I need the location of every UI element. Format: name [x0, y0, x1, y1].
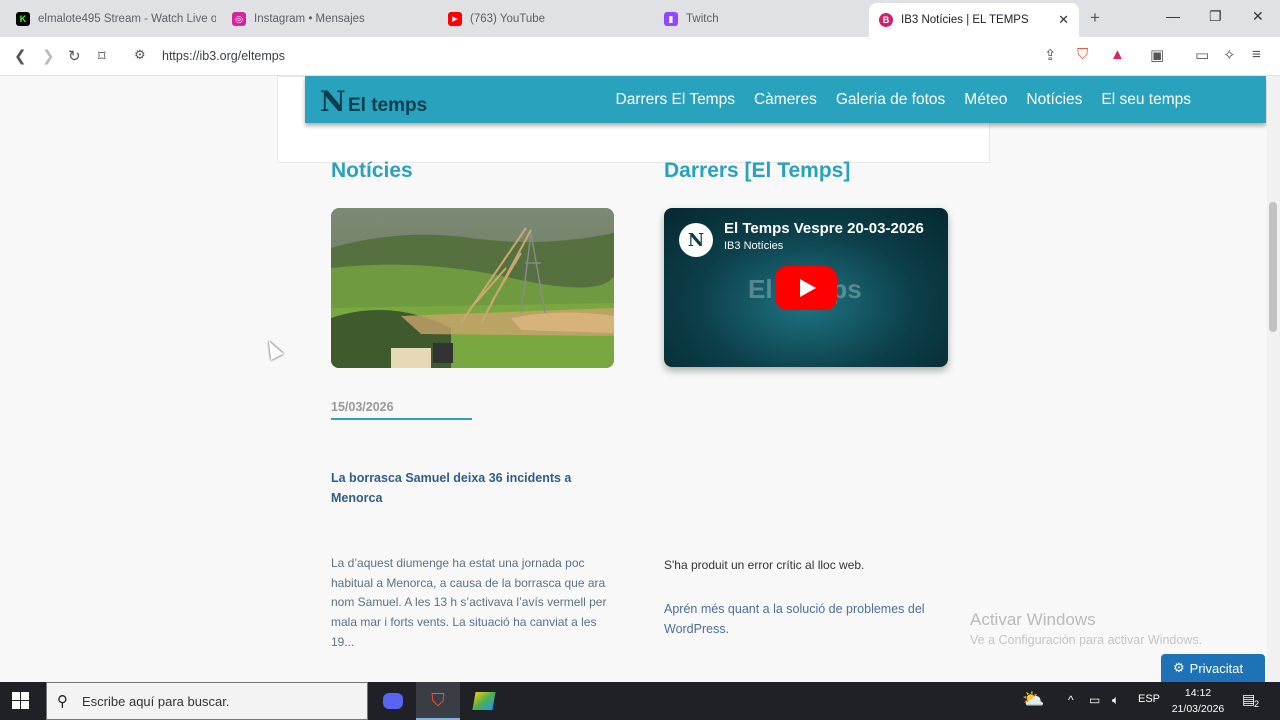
minimize-icon[interactable]: —: [1166, 8, 1180, 24]
tab-title: IB3 Notícies | EL TEMPS: [901, 14, 1029, 26]
notification-count: 2: [1254, 699, 1260, 709]
video-embed[interactable]: N El Temps Vespre 20-03-2026 IB3 Notície…: [664, 208, 948, 367]
nav-darrers-el-temps[interactable]: Darrers El Temps: [616, 91, 735, 109]
new-tab-icon[interactable]: +: [1090, 8, 1100, 28]
bluestacks-app-icon[interactable]: [462, 682, 506, 720]
share-icon[interactable]: ⇪: [1044, 46, 1057, 64]
windows-start-icon[interactable]: [12, 692, 30, 710]
channel-avatar[interactable]: N: [679, 223, 713, 257]
tab-strip: K elmalote495 Stream - Watch Live o ◎ In…: [0, 0, 1280, 37]
news-photo[interactable]: [331, 208, 614, 368]
date-underline: [331, 418, 472, 420]
youtube-icon: ▶: [448, 12, 462, 26]
scrollbar-thumb[interactable]: [1269, 202, 1277, 332]
volume-icon[interactable]: 🔈︎: [1112, 693, 1119, 708]
reader-mode-icon[interactable]: ▣: [1150, 46, 1164, 64]
video-title[interactable]: El Temps Vespre 20-03-2026: [724, 220, 939, 237]
wallet-icon[interactable]: ▭: [1195, 46, 1209, 64]
reload-icon[interactable]: ↻: [68, 47, 81, 65]
video-channel[interactable]: IB3 Notícies: [724, 240, 783, 252]
privacy-label: Privacitat: [1189, 660, 1244, 676]
ib3-icon: B: [879, 13, 893, 27]
forward-icon[interactable]: ❯: [42, 47, 55, 65]
activate-windows-subtitle: Ve a Configuración para activar Windows.: [970, 633, 1203, 647]
tab-title: Twitch: [686, 13, 719, 25]
close-tab-icon[interactable]: ✕: [1058, 12, 1069, 28]
wp-error-message: S'ha produit un error crític al lloc web…: [664, 558, 865, 572]
menu-icon[interactable]: ≡: [1252, 46, 1261, 63]
news-headline[interactable]: La borrasca Samuel deixa 36 incidents a …: [331, 468, 611, 508]
landscape-photo: [331, 208, 614, 368]
search-placeholder: Escribe aquí para buscar.: [82, 694, 230, 709]
news-section-title: Notícies: [331, 159, 413, 182]
browser-toolbar: ❮ ❯ ↻ ⌑ ⚙ https://ib3.org/eltemps ⇪ ⛉ ▲ …: [0, 37, 1280, 76]
clock-date: 21/03/2026: [1171, 703, 1225, 715]
twitch-icon: ▮: [664, 12, 678, 26]
wp-learn-more-link[interactable]: Aprén més quant a la solució de probleme…: [664, 599, 954, 639]
brave-app-icon[interactable]: ⛉: [416, 682, 460, 720]
network-icon[interactable]: ▭: [1089, 693, 1100, 707]
chevron-up-icon[interactable]: ^: [1068, 693, 1074, 707]
site-logo-text[interactable]: El temps: [348, 95, 427, 117]
leo-ai-icon[interactable]: ✧: [1223, 46, 1236, 64]
taskbar-search[interactable]: ⚲ Escribe aquí para buscar.: [46, 682, 368, 720]
instagram-icon: ◎: [232, 12, 246, 26]
back-icon[interactable]: ❮: [14, 47, 27, 65]
address-bar[interactable]: ⚙ https://ib3.org/eltemps: [128, 42, 1034, 71]
page-scrollbar[interactable]: [1267, 76, 1280, 682]
tab-title: (763) YouTube: [470, 13, 546, 25]
nav-el-seu-temps[interactable]: El seu temps: [1101, 91, 1191, 109]
kick-icon: K: [16, 12, 30, 26]
site-nav: Darrers El Temps Càmeres Galeria de foto…: [616, 91, 1191, 109]
bookmark-icon[interactable]: ⌑: [98, 47, 106, 65]
play-button-icon[interactable]: [775, 266, 837, 310]
site-navbar: N El temps Darrers El Temps Càmeres Gale…: [305, 76, 1266, 123]
tab-title: Instagram • Mensajes: [254, 13, 365, 25]
activate-windows-title: Activar Windows: [970, 610, 1096, 629]
news-excerpt: La d’aquest diumenge ha estat una jornad…: [331, 556, 607, 649]
language-indicator[interactable]: ESP: [1138, 693, 1160, 705]
site-settings-icon[interactable]: ⚙: [134, 47, 146, 63]
clock-time: 14:12: [1184, 687, 1212, 699]
tab-kick[interactable]: K elmalote495 Stream - Watch Live o: [6, 4, 216, 34]
brave-shield-icon[interactable]: ⛉: [1077, 46, 1088, 63]
site-logo-letter[interactable]: N: [320, 85, 346, 118]
gear-icon: ⚙: [1173, 660, 1185, 675]
tab-youtube[interactable]: ▶ (763) YouTube: [438, 4, 648, 34]
url-text[interactable]: https://ib3.org/eltemps: [162, 49, 285, 63]
nav-cameres[interactable]: Càmeres: [754, 91, 817, 109]
nav-galeria-de-fotos[interactable]: Galeria de fotos: [836, 91, 945, 109]
page-viewport: N El temps Darrers El Temps Càmeres Gale…: [0, 76, 1267, 682]
mouse-cursor-icon: [262, 337, 284, 361]
restore-icon[interactable]: ❐: [1209, 8, 1222, 25]
tab-twitch[interactable]: ▮ Twitch: [654, 4, 864, 34]
brave-rewards-icon[interactable]: ▲: [1110, 46, 1125, 63]
tab-instagram[interactable]: ◎ Instagram • Mensajes: [222, 4, 432, 34]
nav-meteo[interactable]: Méteo: [964, 91, 1007, 109]
discord-app-icon[interactable]: [371, 682, 415, 720]
taskbar-clock[interactable]: 14:12 21/03/2026: [1170, 685, 1226, 717]
windows-taskbar: ⚲ Escribe aquí para buscar. ⛉ ⛅ ^ ▭ 🔈︎ E…: [0, 682, 1280, 720]
tab-title: elmalote495 Stream - Watch Live o: [38, 13, 216, 25]
nav-noticies[interactable]: Notícies: [1026, 91, 1082, 109]
privacy-button[interactable]: ⚙ Privacitat: [1161, 654, 1265, 682]
tab-ib3[interactable]: B IB3 Notícies | EL TEMPS ✕: [869, 3, 1079, 37]
close-window-icon[interactable]: ✕: [1252, 8, 1264, 25]
weather-icon[interactable]: ⛅: [1022, 689, 1044, 710]
search-icon: ⚲: [57, 693, 68, 710]
news-date: 15/03/2026: [331, 400, 394, 414]
latest-section-title: Darrers [El Temps]: [664, 159, 851, 182]
